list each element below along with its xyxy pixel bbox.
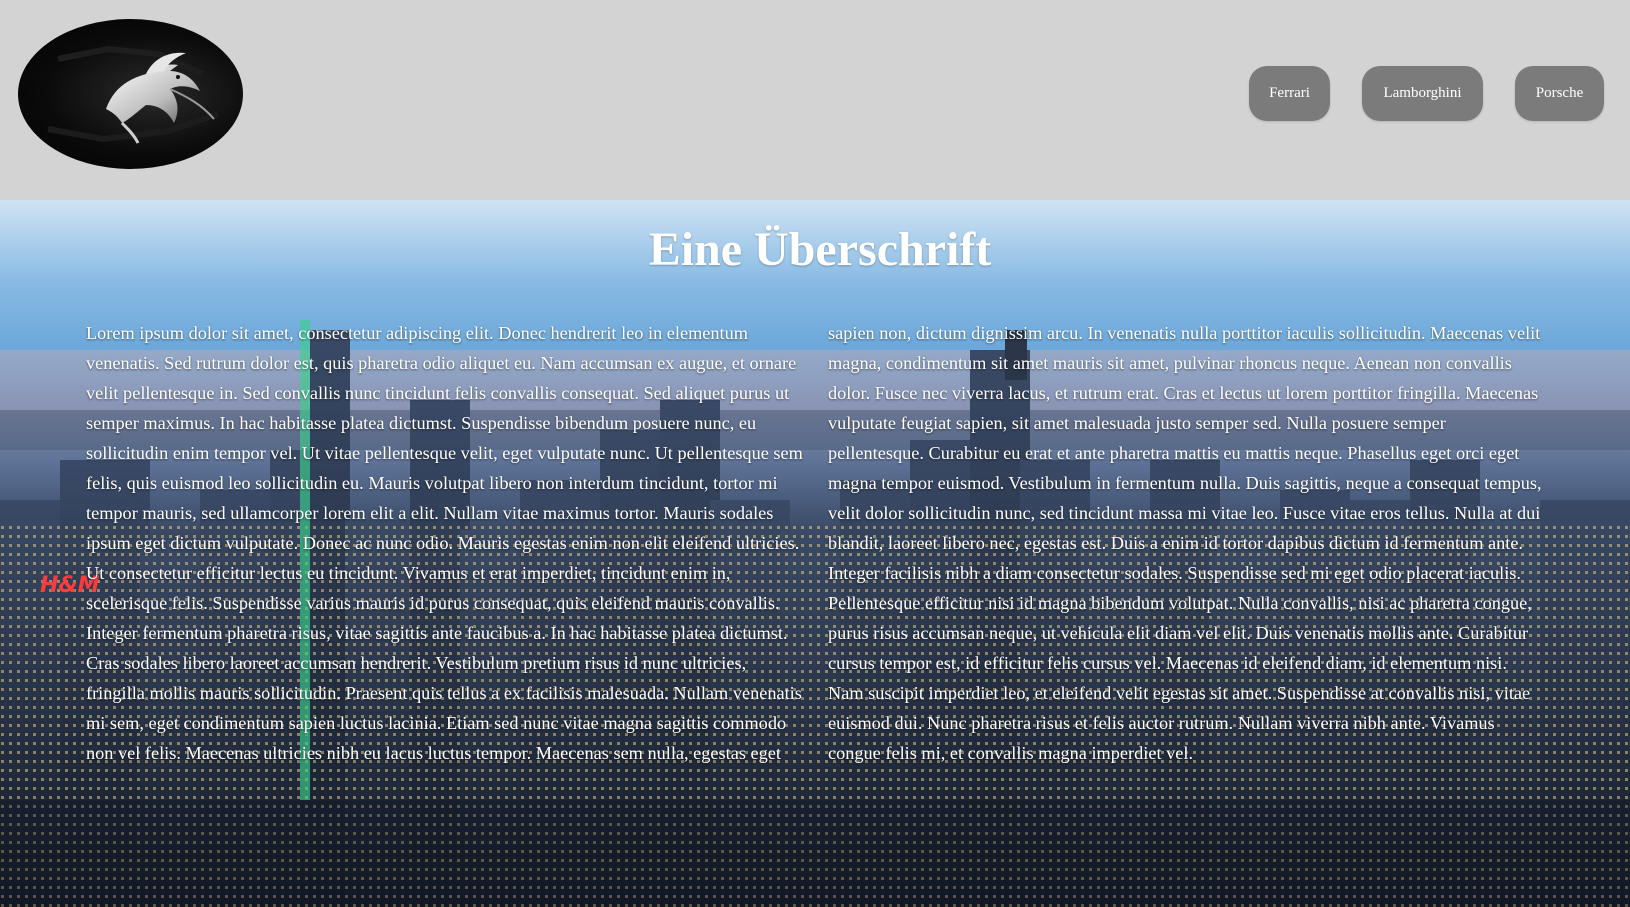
site-header: Ferrari Lamborghini Porsche [0, 0, 1630, 200]
horse-logo-graphic [47, 45, 219, 144]
nav-button-porsche[interactable]: Porsche [1515, 66, 1604, 121]
hero-section: H&M Eine Überschrift Lorem ipsum dolor s… [0, 200, 1630, 907]
horse-logo-icon[interactable] [18, 19, 243, 169]
page-title: Eine Überschrift [648, 223, 992, 276]
main-nav: Ferrari Lamborghini Porsche [1249, 66, 1604, 121]
nav-button-ferrari[interactable]: Ferrari [1249, 66, 1330, 121]
nav-button-lamborghini[interactable]: Lamborghini [1362, 66, 1483, 121]
body-text: Lorem ipsum dolor sit amet, consectetur … [86, 323, 1542, 763]
